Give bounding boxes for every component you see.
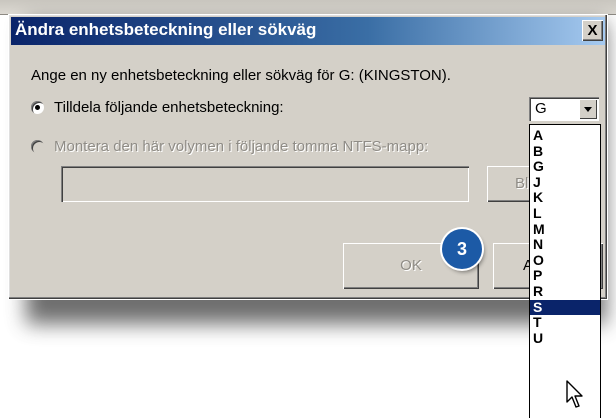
drive-letter-option[interactable]: O — [530, 252, 600, 269]
mount-path-input[interactable] — [61, 166, 469, 202]
close-button[interactable]: X — [582, 20, 603, 41]
drive-letter-option[interactable]: J — [530, 174, 600, 191]
assign-letter-option[interactable]: Tilldela följande enhetsbeteckning: — [31, 99, 284, 116]
drive-letter-option[interactable]: T — [530, 315, 600, 331]
step-number-badge: 3 — [442, 229, 482, 269]
radio-unselected-icon[interactable] — [31, 140, 44, 153]
dialog-title: Ändra enhetsbeteckning eller sökväg — [15, 20, 317, 39]
drive-letter-option[interactable]: L — [530, 205, 600, 222]
dropdown-arrow-icon[interactable] — [579, 99, 597, 119]
dialog-prompt: Ange en ny enhetsbeteckning eller sökväg… — [31, 67, 451, 84]
mouse-cursor-icon — [566, 380, 583, 408]
title-bar[interactable]: Ändra enhetsbeteckning eller sökväg X — [11, 17, 605, 45]
drive-letter-option[interactable]: P — [530, 268, 600, 284]
assign-letter-label: Tilldela följande enhetsbeteckning: — [54, 99, 284, 116]
radio-selected-icon[interactable] — [31, 101, 44, 114]
mount-folder-label: Montera den här volymen i följande tomma… — [54, 138, 429, 155]
drive-letter-option[interactable]: R — [530, 283, 600, 300]
drive-letter-option[interactable]: S — [530, 299, 600, 316]
drive-letter-option[interactable]: B — [530, 143, 600, 160]
drive-letter-option[interactable]: M — [530, 221, 600, 238]
drive-letter-option[interactable]: G — [530, 159, 600, 175]
drive-letter-dropdown-list[interactable]: ABGJKLMNOPRSTU — [529, 124, 601, 418]
change-drive-letter-dialog: Ändra enhetsbeteckning eller sökväg X An… — [8, 14, 608, 300]
drive-letter-value: G — [535, 100, 547, 117]
drive-letter-option[interactable]: A — [530, 127, 600, 144]
background-window — [0, 0, 616, 15]
mount-folder-option[interactable]: Montera den här volymen i följande tomma… — [31, 138, 428, 155]
drive-letter-option[interactable]: N — [530, 237, 600, 253]
drive-letter-option[interactable]: K — [530, 190, 600, 206]
drive-letter-select[interactable]: G — [529, 97, 599, 121]
drive-letter-option[interactable]: U — [530, 330, 600, 347]
close-icon: X — [587, 22, 598, 39]
